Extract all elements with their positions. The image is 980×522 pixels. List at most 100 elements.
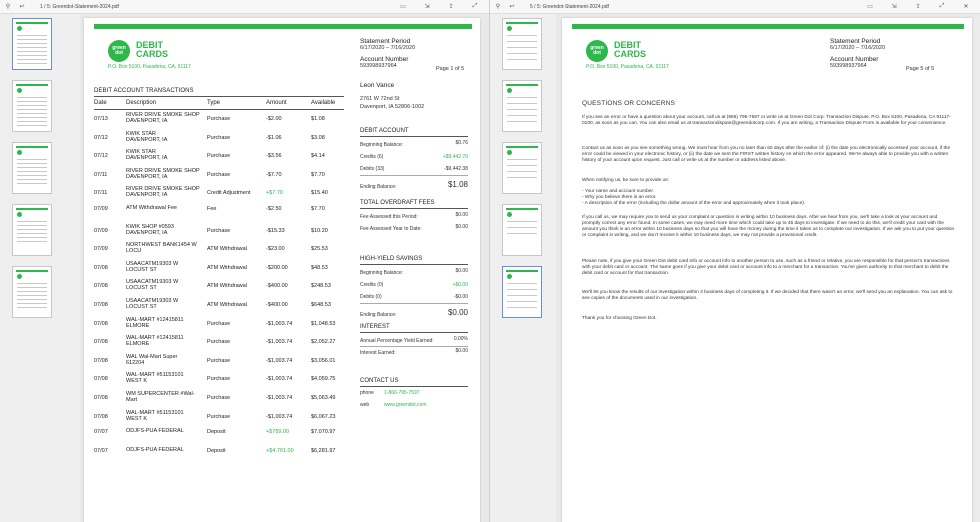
cell-available: $10.20 bbox=[311, 227, 328, 234]
paragraph-responsibility: Please note, if you give your Green Dot … bbox=[582, 259, 950, 276]
cell-description: KWIK SHOP #0593 DAVENPORT, IA bbox=[126, 223, 174, 236]
col-date: Date bbox=[94, 100, 107, 106]
export-icon[interactable]: ⇲ bbox=[890, 3, 898, 11]
cell-amount: -$200.00 bbox=[266, 264, 288, 271]
cell-date: 07/09 bbox=[94, 227, 108, 234]
cell-date: 07/08 bbox=[94, 320, 108, 327]
statement-period: Statement Period 6/17/2020 – 7/16/2020 bbox=[830, 38, 886, 51]
header-green-bar bbox=[94, 24, 472, 29]
scrollbar[interactable] bbox=[974, 14, 980, 522]
cell-amount: -$1.06 bbox=[266, 134, 282, 141]
paragraph-timing: Contact us as soon as you see something … bbox=[582, 146, 951, 163]
cell-date: 07/11 bbox=[94, 190, 108, 197]
close-icon[interactable]: ✕ bbox=[962, 3, 970, 11]
cell-date: 07/12 bbox=[94, 153, 108, 160]
cell-date: 07/08 bbox=[94, 413, 108, 420]
page-thumbnail-5[interactable] bbox=[12, 266, 52, 318]
cell-amount: -$23.00 bbox=[266, 246, 285, 253]
page-thumbnail-2[interactable] bbox=[502, 80, 542, 132]
col-amount: Amount bbox=[266, 100, 287, 106]
back-icon[interactable]: ↩ bbox=[508, 3, 516, 11]
cell-description: WM SUPERCENTER #Wal- Mart bbox=[126, 391, 195, 403]
cell-type: Purchase bbox=[207, 395, 231, 401]
cell-amount: -$3.56 bbox=[266, 153, 282, 160]
cell-amount: +$789.00 bbox=[266, 429, 290, 436]
cell-available: $3.08 bbox=[311, 134, 325, 141]
cell-type: Purchase bbox=[207, 376, 231, 383]
page-thumbnail-1[interactable] bbox=[12, 18, 52, 70]
cell-description: WAL-MART #12415811 ELMORE bbox=[126, 316, 184, 329]
cell-description: USAACATM19303 W LOCUST ST bbox=[126, 260, 179, 273]
cell-available: $6,067.23 bbox=[311, 413, 336, 420]
cell-type: ATM Withdrawal bbox=[207, 283, 247, 290]
cell-date: 07/12 bbox=[94, 134, 108, 141]
back-icon[interactable]: ↩ bbox=[18, 3, 26, 11]
cell-amount: -$15.33 bbox=[266, 227, 285, 234]
cell-description: KWIK STAR DAVENPORT, IA bbox=[126, 149, 168, 162]
cell-date: 07/07 bbox=[94, 447, 108, 454]
share-icon[interactable]: ⇪ bbox=[914, 3, 922, 11]
statement-page-5: green dot DEBIT CARDS P.O. Box 5100, Pasad… bbox=[562, 18, 972, 522]
statement-page-1: green dot DEBIT CARDS P.O. Box 5100, Pasad… bbox=[84, 18, 480, 522]
viewer-toolbar: ⚲ ↩ 1 / 5: Greendot-Statement-2024.pdf ▭… bbox=[0, 0, 489, 14]
cell-available: $6,281.97 bbox=[311, 447, 336, 454]
page-number: Page 1 of 5 bbox=[436, 66, 465, 72]
page-thumbnail-5[interactable] bbox=[502, 266, 542, 318]
pin-icon[interactable]: ⚲ bbox=[494, 3, 502, 11]
page-thumbnail-4[interactable] bbox=[502, 204, 542, 256]
cell-amount: -$1,003.74 bbox=[266, 339, 293, 346]
greendot-logo: green dot bbox=[108, 40, 130, 62]
export-icon[interactable]: ⇲ bbox=[423, 3, 431, 11]
cell-date: 07/08 bbox=[94, 357, 108, 364]
brand-title: DEBIT CARDS bbox=[614, 40, 647, 59]
share-icon[interactable]: ⇪ bbox=[447, 3, 455, 11]
header-green-bar bbox=[572, 24, 964, 29]
cell-available: $2,052.27 bbox=[311, 339, 336, 346]
page-thumbnail-4[interactable] bbox=[12, 204, 52, 256]
cell-type: Purchase bbox=[207, 227, 231, 234]
cell-type: Purchase bbox=[207, 116, 231, 122]
contact-us: CONTACT US phone 1-866-795-7597 web www.… bbox=[360, 378, 468, 414]
cell-description: KWIK STAR DAVENPORT, IA bbox=[126, 130, 168, 143]
cell-type: ATM Withdrawal bbox=[207, 264, 247, 271]
page-thumbnail-1[interactable] bbox=[502, 18, 542, 70]
page-thumbnail-2[interactable] bbox=[12, 80, 52, 132]
cell-description: NORTHWEST BANK1454 W LOCU bbox=[126, 242, 197, 255]
bullet-list: - Your name and account number. - Why yo… bbox=[582, 189, 806, 206]
brand-title: DEBIT CARDS bbox=[136, 40, 169, 59]
expand-icon[interactable]: ⤢ bbox=[471, 3, 479, 11]
document-icon[interactable]: ▭ bbox=[399, 3, 407, 11]
cell-available: $7.70 bbox=[311, 206, 325, 212]
cell-description: ODJFS-PUA FEDERAL bbox=[126, 446, 184, 453]
cell-date: 07/07 bbox=[94, 429, 108, 436]
page-thumbnail-3[interactable] bbox=[502, 142, 542, 194]
col-available: Available bbox=[311, 100, 336, 106]
cell-description: USAACATM19303 W LOCUST ST bbox=[126, 279, 179, 292]
statement-period: Statement Period 6/17/2020 – 7/16/2020 bbox=[360, 38, 416, 51]
cell-available: $4.14 bbox=[311, 153, 325, 160]
pin-icon[interactable]: ⚲ bbox=[4, 3, 12, 11]
col-description: Description bbox=[126, 100, 157, 106]
expand-icon[interactable]: ⤢ bbox=[938, 3, 946, 11]
cell-available: $25.53 bbox=[311, 246, 328, 253]
greendot-logo: green dot bbox=[586, 40, 608, 62]
contact-phone[interactable]: 1-866-795-7597 bbox=[384, 390, 420, 396]
cell-type: Purchase bbox=[207, 320, 231, 327]
cell-amount: -$400.00 bbox=[266, 302, 288, 308]
cell-available: $7.70 bbox=[311, 171, 325, 178]
cell-description: RIVER DRIVE SMOKE SHOP DAVENPORT, IA bbox=[126, 186, 200, 199]
company-address: P.O. Box 5100, Pasadena, CA, 91117 bbox=[586, 64, 669, 70]
cell-available: $48.53 bbox=[311, 264, 328, 271]
paragraph-call: If you call us, we may require you to se… bbox=[582, 215, 955, 238]
customer-name: Leon Vance bbox=[360, 82, 395, 89]
page-thumbnail-3[interactable] bbox=[12, 142, 52, 194]
contact-web-link[interactable]: www.greendot.com bbox=[384, 402, 427, 408]
document-icon[interactable]: ▭ bbox=[866, 3, 874, 11]
cell-description: USAACATM19303 W LOCUST ST bbox=[126, 298, 179, 310]
cell-available: $3,056.01 bbox=[311, 357, 336, 364]
page-number: Page 5 of 5 bbox=[906, 66, 935, 72]
cell-description: ODJFS-PUA FEDERAL bbox=[126, 428, 184, 435]
cell-date: 07/08 bbox=[94, 264, 108, 271]
customer-street: 2761 W 72nd St bbox=[360, 96, 400, 102]
cell-date: 07/11 bbox=[94, 171, 108, 178]
